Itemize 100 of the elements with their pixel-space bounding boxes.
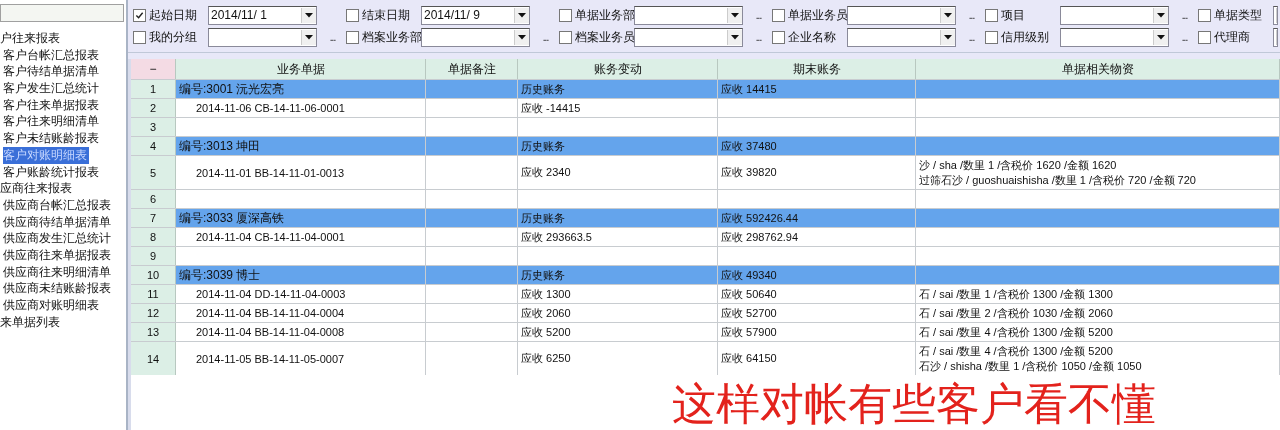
tree-item[interactable]: 供应商未结账龄报表 — [3, 280, 113, 297]
checkbox[interactable] — [559, 30, 572, 44]
table-cell: 2014-11-05 BB-14-11-05-0007 — [176, 342, 426, 375]
checkbox[interactable] — [346, 8, 359, 22]
search-field[interactable] — [0, 4, 124, 22]
tree-item[interactable]: 客户待结单据清单 — [3, 63, 101, 81]
row-number: 12 — [131, 304, 176, 322]
more-button[interactable]: ... — [968, 31, 975, 43]
tree-group-item[interactable]: 户往来报表 — [0, 30, 62, 47]
row-number: 5 — [131, 156, 176, 189]
filter-label: 单据业务员 — [788, 6, 848, 24]
table-cell: 应收 14415 — [718, 80, 916, 98]
more-button[interactable]: ... — [329, 31, 336, 43]
tree-item[interactable]: 供应商台帐汇总报表 — [3, 196, 113, 214]
row-number: 7 — [131, 209, 176, 227]
dropdown-field[interactable] — [634, 27, 743, 47]
more-button[interactable]: ... — [968, 9, 975, 21]
row-number: 4 — [131, 137, 176, 155]
dropdown-field[interactable] — [1273, 5, 1278, 25]
table-cell: 应收 37480 — [718, 137, 916, 155]
table-cell: 应收 52700 — [718, 304, 916, 322]
tree-group-item[interactable]: 应商往来报表 — [0, 180, 74, 197]
column-header[interactable]: 期末账务 — [718, 59, 916, 79]
checkbox[interactable] — [1198, 30, 1211, 44]
column-header[interactable]: 单据相关物资 — [916, 59, 1280, 79]
table-cell: 应收 293663.5 — [518, 228, 718, 246]
filter-label: 档案业务员 — [575, 28, 635, 46]
row-number: 14 — [131, 342, 176, 375]
row-number: 10 — [131, 266, 176, 284]
collapse-button[interactable]: − — [131, 59, 176, 79]
filter-label: 档案业务部 — [362, 28, 422, 46]
tree-item[interactable]: 客户往来明细清单 — [3, 113, 101, 131]
dropdown-field[interactable] — [1273, 27, 1278, 47]
tree-item[interactable]: 供应商往来明细清单 — [3, 263, 113, 281]
checkbox[interactable] — [772, 8, 785, 22]
dropdown-field[interactable] — [847, 5, 956, 25]
tree-item[interactable]: 客户账龄统计报表 — [3, 163, 101, 181]
dropdown-field[interactable] — [1060, 5, 1169, 25]
row-number: 2 — [131, 99, 176, 117]
filter-label: 信用级别 — [1001, 28, 1049, 46]
more-button[interactable]: ... — [1181, 9, 1188, 21]
dropdown-field[interactable] — [208, 27, 317, 47]
dropdown-field[interactable] — [847, 27, 956, 47]
tree-item[interactable]: 客户台帐汇总报表 — [3, 46, 101, 64]
column-header[interactable]: 业务单据 — [176, 59, 426, 79]
more-button[interactable]: ... — [755, 31, 762, 43]
table-cell: 石 / sai /数里 2 /含税价 1030 /金额 2060 — [916, 304, 1280, 322]
table-cell: 2014-11-01 BB-14-11-01-0013 — [176, 156, 426, 189]
annotation-text: 这样对帐有些客户看不懂 — [672, 382, 1156, 426]
tree-item[interactable]: 客户往来单据报表 — [3, 96, 101, 114]
row-number: 3 — [131, 118, 176, 136]
dropdown-field[interactable] — [634, 5, 743, 25]
filter-label: 起始日期 — [149, 6, 197, 24]
table-cell: 石 / sai /数里 1 /含税价 1300 /金额 1300 — [916, 285, 1280, 303]
checkbox[interactable] — [559, 8, 572, 22]
tree-item[interactable]: 供应商往来单据报表 — [3, 246, 113, 264]
tree-item[interactable]: 供应商发生汇总统计 — [3, 230, 113, 247]
table-cell: 编号:3033 厦深高铁 — [176, 209, 426, 227]
checkbox[interactable] — [133, 8, 146, 22]
tree-item[interactable]: 供应商待结单据清单 — [3, 213, 113, 231]
table-cell: 应收 64150 — [718, 342, 916, 375]
tree-item[interactable]: 客户未结账龄报表 — [3, 130, 101, 147]
dropdown-field[interactable]: 2014/11/ 9 — [421, 5, 530, 25]
column-header[interactable]: 账务变动 — [518, 59, 718, 79]
table-cell: 历史账务 — [518, 80, 718, 98]
table-cell: 2014-11-04 BB-14-11-04-0008 — [176, 323, 426, 341]
dropdown-field[interactable] — [1060, 27, 1169, 47]
tree-group-item[interactable]: 来单据列表 — [0, 313, 62, 331]
dropdown-field[interactable] — [421, 27, 530, 47]
row-number: 8 — [131, 228, 176, 246]
table-cell: 应收 50640 — [718, 285, 916, 303]
checkbox[interactable] — [346, 30, 359, 44]
filter-label: 我的分组 — [149, 28, 197, 46]
table-cell: 历史账务 — [518, 266, 718, 284]
more-button[interactable]: ... — [1181, 31, 1188, 43]
more-button[interactable]: ... — [755, 9, 762, 21]
table-cell: 2014-11-04 DD-14-11-04-0003 — [176, 285, 426, 303]
row-number: 9 — [131, 247, 176, 265]
table-cell: 应收 49340 — [718, 266, 916, 284]
table-cell: 应收 1300 — [518, 285, 718, 303]
more-button[interactable]: ... — [542, 31, 549, 43]
table-cell: 编号:3001 沅光宏亮 — [176, 80, 426, 98]
checkbox[interactable] — [985, 30, 998, 44]
filter-label: 项目 — [1001, 6, 1025, 24]
dropdown-field[interactable]: 2014/11/ 1 — [208, 5, 317, 25]
table-cell: 2014-11-06 CB-14-11-06-0001 — [176, 99, 426, 117]
table-cell: 石 / sai /数里 4 /含税价 1300 /金额 5200 石沙 / shisha /数里 1 /含税价 1050 /金额 1050 — [916, 342, 1280, 375]
filter-label: 单据类型 — [1214, 6, 1262, 24]
checkbox[interactable] — [985, 8, 998, 22]
checkbox[interactable] — [133, 30, 146, 44]
checkbox[interactable] — [1198, 8, 1211, 22]
row-number: 1 — [131, 80, 176, 98]
column-header[interactable]: 单据备注 — [426, 59, 518, 79]
table-cell: 2014-11-04 BB-14-11-04-0004 — [176, 304, 426, 322]
checkbox[interactable] — [772, 30, 785, 44]
tree-item[interactable]: 客户发生汇总统计 — [3, 80, 101, 97]
tree-item[interactable]: 供应商对账明细表 — [3, 297, 101, 314]
table-cell: 沙 / sha /数里 1 /含税价 1620 /金额 1620 过筛石沙 / guoshuaishisha /数里 1 /含税价 720 /金额 720 — [916, 156, 1280, 189]
table-cell: 2014-11-04 CB-14-11-04-0001 — [176, 228, 426, 246]
table-cell: 应收 2340 — [518, 156, 718, 189]
